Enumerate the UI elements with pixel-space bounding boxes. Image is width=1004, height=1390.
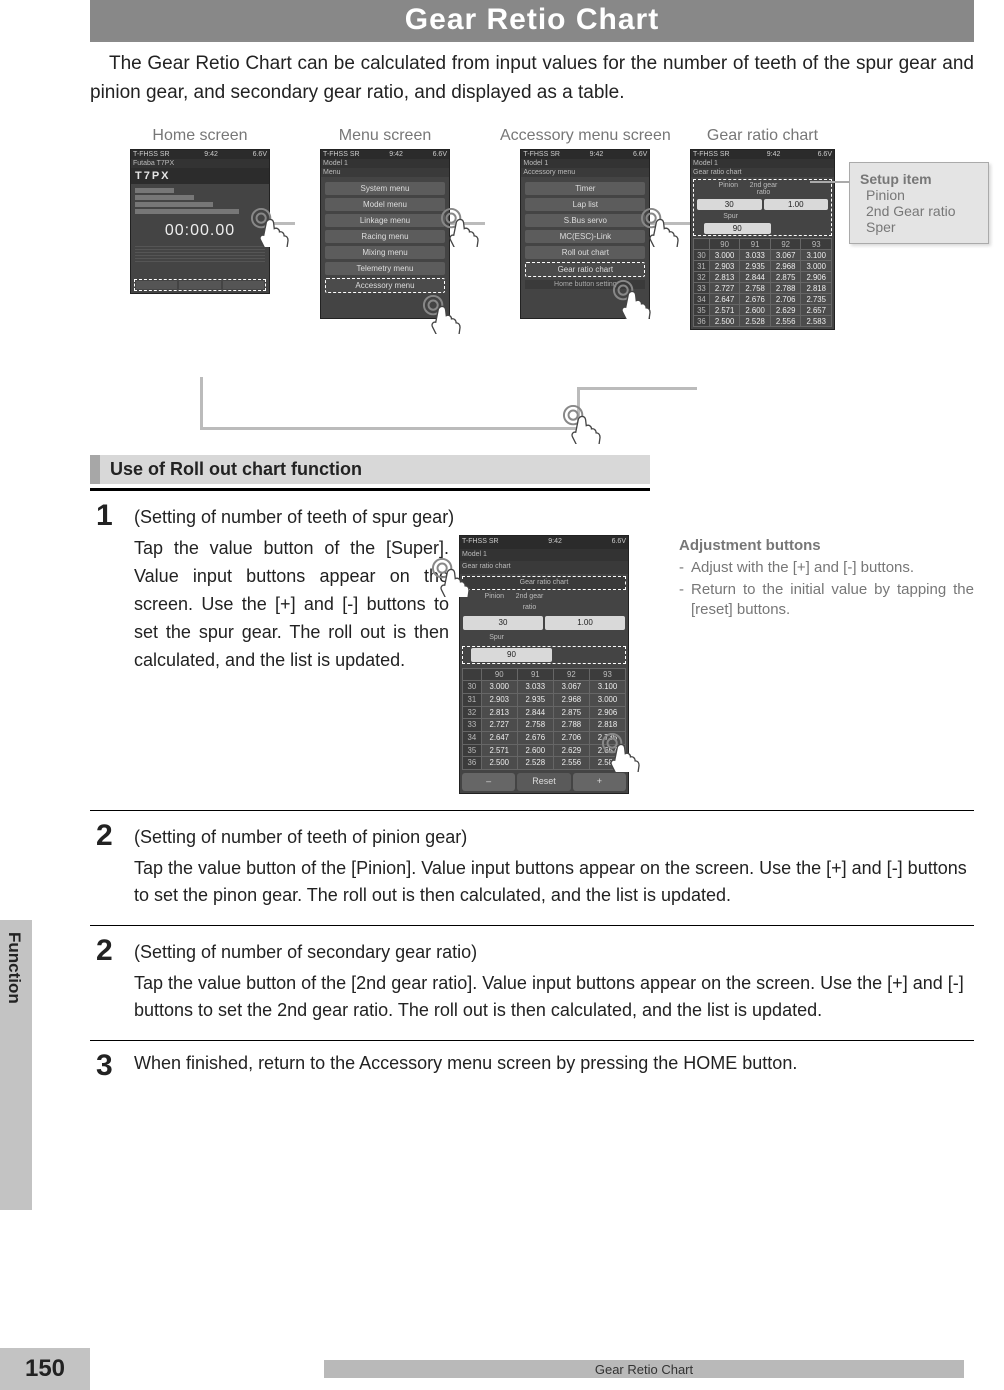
ratio-table: 90919293303.0003.0333.0673.100312.9032.9… (691, 236, 834, 329)
tap-hand-icon (248, 205, 290, 252)
acc-item[interactable]: Roll out chart (525, 246, 645, 259)
minus-button[interactable]: – (462, 773, 515, 791)
connector-line (577, 387, 697, 390)
acc-item-gear-ratio[interactable]: Gear ratio chart (525, 262, 645, 277)
step-2: 2 (Setting of number of teeth of pinion … (90, 811, 974, 925)
step-1: 1 (Setting of number of teeth of spur ge… (90, 491, 974, 810)
tap-hand-icon (420, 292, 462, 339)
tap-hand-icon (438, 205, 480, 252)
footer-title: Gear Retio Chart (324, 1360, 964, 1378)
step-number: 3 (90, 1049, 134, 1083)
connector-line (200, 427, 580, 430)
adjustment-note: Adjustment buttons Adjust with the [+] a… (639, 535, 974, 622)
tap-hand-icon (560, 402, 602, 449)
spur-value[interactable]: 90 (471, 648, 552, 662)
page-title: Gear Retio Chart (90, 0, 974, 42)
reset-button[interactable]: Reset (517, 773, 570, 791)
step-number: 2 (90, 819, 134, 909)
step-number: 2 (90, 934, 134, 1024)
tap-hand-icon (599, 730, 641, 780)
step1-screen: T-FHSS SR9:426.6V Model 1 Gear ratio cha… (459, 535, 639, 794)
navigation-diagram: Home screen T-FHSS SR9:426.6V Futaba T7P… (90, 127, 974, 437)
acc-item[interactable]: Lap list (525, 198, 645, 211)
second-gear-value[interactable]: 1.00 (764, 199, 829, 210)
step-number: 1 (90, 499, 134, 794)
step-title: (Setting of number of secondary gear rat… (134, 934, 974, 970)
tap-hand-icon (429, 555, 471, 605)
acc-item[interactable]: S.Bus servo (525, 214, 645, 227)
step-body-text: Tap the value button of the [Pinion]. Va… (134, 855, 974, 909)
chart-screen-mock: T-FHSS SR9:426.6V Model 1 Gear ratio cha… (690, 149, 835, 330)
acc-item[interactable]: MC(ESC)-Link (525, 230, 645, 243)
intro-text: The Gear Retio Chart can be calculated f… (90, 42, 974, 127)
side-tab-label: Function (4, 932, 24, 1004)
step-3: 2 (Setting of number of secondary gear r… (90, 926, 974, 1040)
menu-item[interactable]: Racing menu (325, 230, 445, 243)
step-title: (Setting of number of teeth of spur gear… (134, 499, 974, 535)
diagram-label-accessory: Accessory menu screen (500, 127, 671, 145)
menu-item[interactable]: Model menu (325, 198, 445, 211)
diagram-label-chart: Gear ratio chart (690, 127, 835, 145)
step-body-text: Tap the value button of the [Super]. Val… (134, 535, 459, 674)
connector-line (200, 377, 203, 427)
side-tab-function: Function (0, 920, 32, 1210)
menu-item[interactable]: System menu (325, 182, 445, 195)
pinion-value[interactable]: 30 (697, 199, 762, 210)
menu-item-accessory[interactable]: Accessory menu (325, 278, 445, 293)
pinion-value[interactable]: 30 (463, 616, 543, 630)
diagram-label-home: Home screen (130, 127, 270, 145)
page-number: 150 (0, 1348, 90, 1390)
step-body-text: Tap the value button of the [2nd gear ra… (134, 970, 974, 1024)
page-footer: 150 Gear Retio Chart (0, 1348, 1004, 1390)
second-gear-value[interactable]: 1.00 (545, 616, 625, 630)
diagram-label-menu: Menu screen (320, 127, 450, 145)
menu-item[interactable]: Mixing menu (325, 246, 445, 259)
step-title: (Setting of number of teeth of pinion ge… (134, 819, 974, 855)
menu-item[interactable]: Linkage menu (325, 214, 445, 227)
acc-item[interactable]: Timer (525, 182, 645, 195)
spur-value[interactable]: 90 (704, 223, 771, 234)
step-title: When finished, return to the Accessory m… (134, 1049, 974, 1078)
menu-item[interactable]: Telemetry menu (325, 262, 445, 275)
section-header: Use of Roll out chart function (90, 455, 650, 484)
setup-item-callout: Setup item Pinion 2nd Gear ratio Sper (849, 162, 989, 244)
tap-hand-icon (610, 277, 652, 324)
tap-hand-icon (638, 205, 680, 252)
step-4: 3 When finished, return to the Accessory… (90, 1041, 974, 1099)
